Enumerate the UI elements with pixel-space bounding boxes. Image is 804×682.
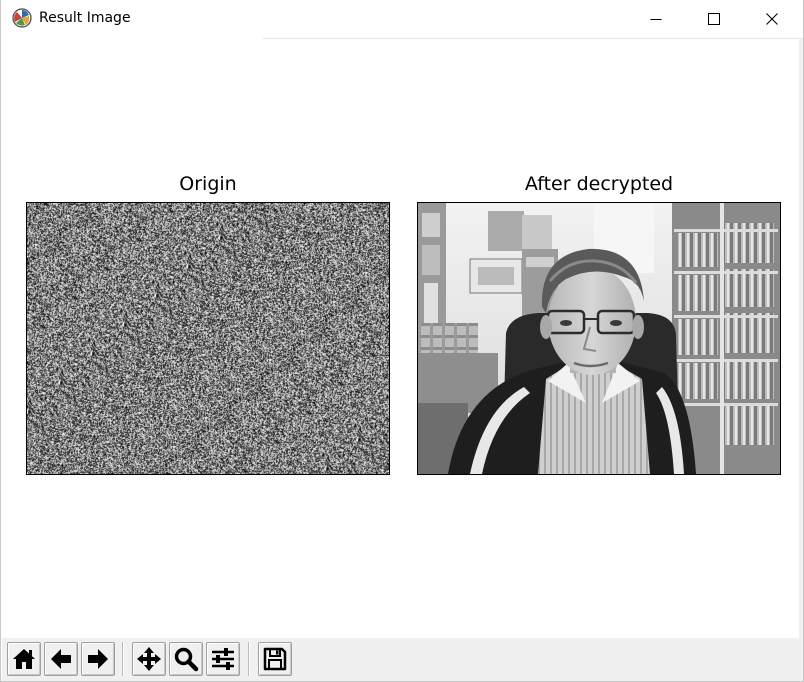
decrypted-image-axes[interactable] (417, 202, 781, 475)
back-button[interactable] (44, 642, 78, 676)
maximize-button[interactable] (685, 0, 743, 38)
home-icon (13, 649, 35, 669)
back-arrow-icon (51, 649, 71, 669)
zoom-icon (174, 647, 199, 672)
noise-image (27, 203, 389, 474)
forward-button[interactable] (81, 642, 115, 676)
minimize-button[interactable] (627, 0, 685, 38)
subplot-title-origin: Origin (179, 173, 237, 195)
result-image-window: Result Image Origin After decrypted (0, 0, 804, 682)
close-icon (766, 13, 778, 25)
forward-arrow-icon (88, 649, 108, 669)
zoom-button[interactable] (169, 642, 203, 676)
vertical-scrollbar[interactable] (799, 39, 803, 639)
configure-subplots-button[interactable] (206, 642, 240, 676)
decrypted-photo (418, 203, 780, 474)
title-bar[interactable]: Result Image (1, 0, 803, 38)
save-button[interactable] (258, 642, 292, 676)
pan-icon (137, 647, 161, 671)
matplotlib-icon (12, 8, 32, 28)
toolbar-separator (122, 642, 124, 676)
minimize-icon (650, 19, 662, 20)
save-icon (263, 647, 287, 671)
window-title: Result Image (39, 10, 131, 26)
maximize-icon (708, 13, 720, 25)
title-bar-divider (263, 38, 803, 39)
close-button[interactable] (743, 0, 801, 38)
navigation-toolbar (2, 638, 803, 681)
toolbar-separator (248, 642, 250, 676)
origin-image-axes[interactable] (26, 202, 390, 475)
subplot-title-after-decrypted: After decrypted (524, 173, 674, 195)
home-button[interactable] (7, 642, 41, 676)
pan-button[interactable] (132, 642, 166, 676)
configure-subplots-icon (212, 648, 234, 670)
